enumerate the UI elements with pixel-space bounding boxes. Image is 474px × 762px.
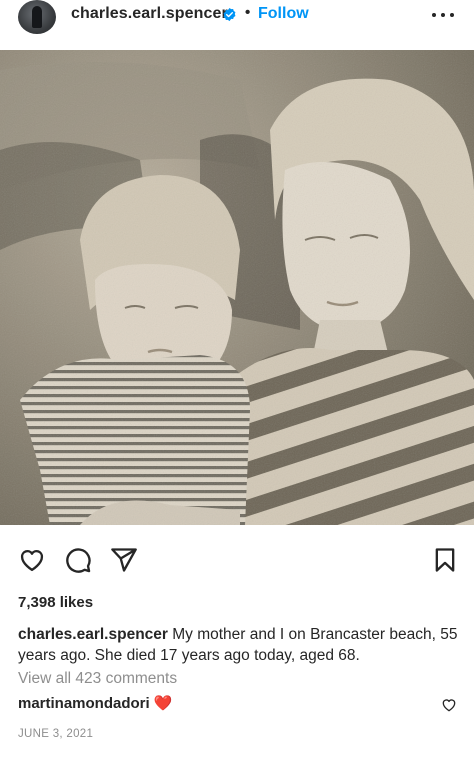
post-photo[interactable] bbox=[0, 50, 474, 525]
avatar[interactable] bbox=[18, 0, 56, 34]
comment-text: ❤️ bbox=[153, 695, 173, 712]
post-username[interactable]: charles.earl.spencer bbox=[71, 5, 228, 23]
send-icon[interactable] bbox=[110, 546, 138, 574]
post-header: charles.earl.spencer • Follow bbox=[0, 0, 474, 50]
post-date: JUNE 3, 2021 bbox=[18, 728, 94, 740]
view-all-comments-link[interactable]: View all 423 comments bbox=[18, 670, 177, 688]
caption-username[interactable]: charles.earl.spencer bbox=[18, 626, 168, 643]
comment-icon[interactable] bbox=[64, 546, 92, 574]
more-options-icon[interactable] bbox=[432, 6, 454, 24]
separator-dot: • bbox=[245, 4, 251, 21]
likes-count[interactable]: 7,398 likes bbox=[18, 594, 93, 611]
vintage-photo-illustration bbox=[0, 50, 474, 525]
action-bar bbox=[0, 540, 474, 580]
post-caption: charles.earl.spencer My mother and I on … bbox=[18, 624, 458, 666]
verified-badge-icon bbox=[223, 7, 236, 22]
comment-like-heart-icon[interactable] bbox=[441, 697, 457, 713]
comment-item: martinamondadori ❤️ bbox=[18, 694, 173, 712]
heart-icon[interactable] bbox=[18, 546, 46, 574]
follow-button[interactable]: Follow bbox=[258, 5, 309, 23]
bookmark-icon[interactable] bbox=[431, 546, 459, 574]
comment-username[interactable]: martinamondadori bbox=[18, 695, 150, 712]
